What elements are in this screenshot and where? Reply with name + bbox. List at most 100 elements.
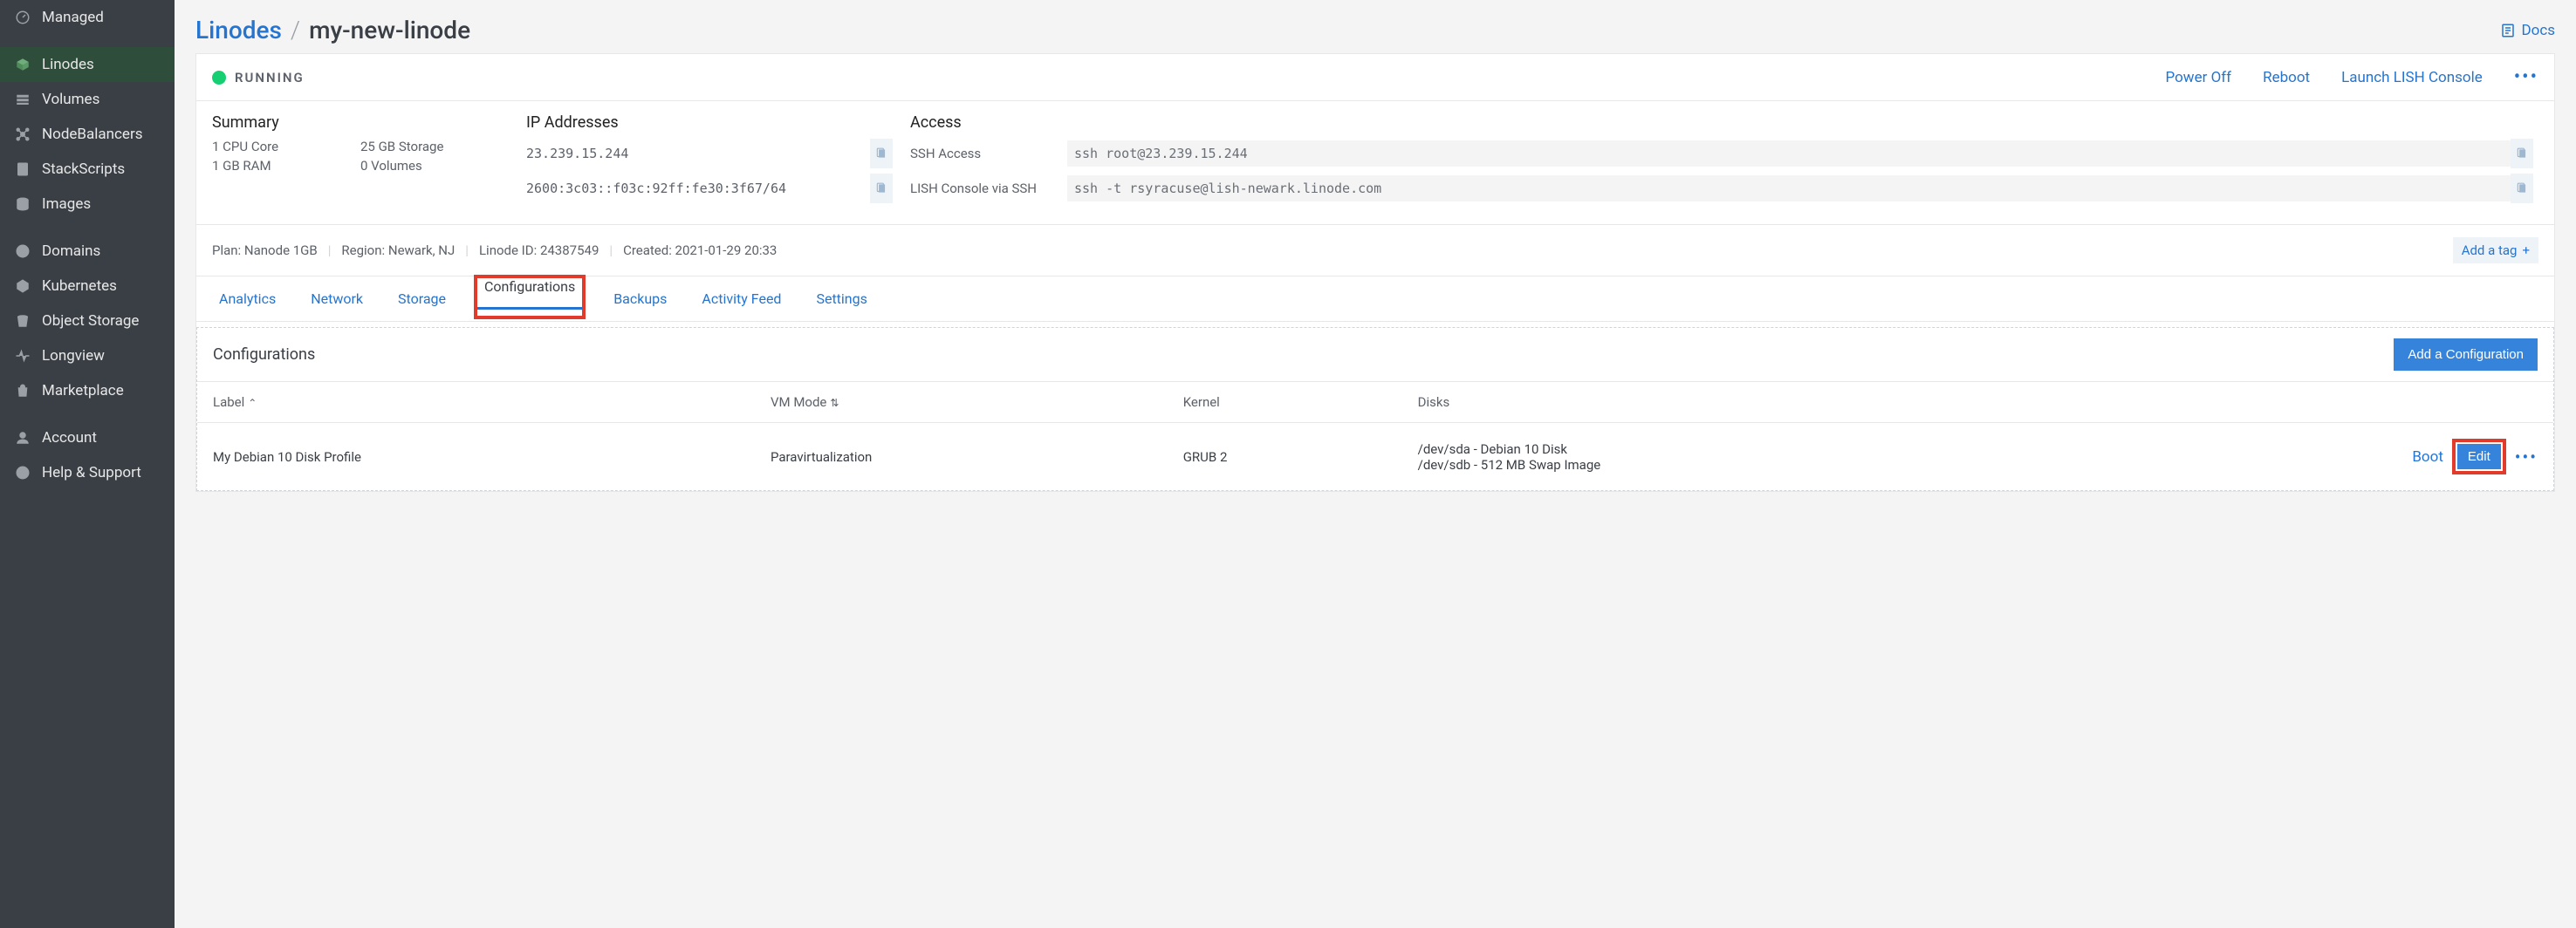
summary-storage: 25 GB Storage [360,139,509,154]
breadcrumb-root-link[interactable]: Linodes [195,16,282,44]
sidebar-item-label: Kubernetes [42,277,117,295]
sidebar-item-longview[interactable]: Longview [0,338,175,373]
tabs: AnalyticsNetworkStorageConfigurationsBac… [196,276,2554,322]
tab-network[interactable]: Network [304,276,370,321]
configurations-table: Label⌃ VM Mode⇅ Kernel Disks My Debian 1… [197,381,2553,490]
clipboard-icon [2516,182,2528,194]
tab-settings[interactable]: Settings [809,276,874,321]
copy-ipv4-button[interactable] [870,139,893,168]
sidebar-item-account[interactable]: Account [0,420,175,455]
copy-lish-button[interactable] [2511,174,2533,203]
configurations-heading: Configurations [213,345,315,364]
ipv4-value: 23.239.15.244 [526,146,628,161]
reboot-button[interactable]: Reboot [2263,69,2310,86]
docs-icon [2500,23,2516,38]
add-configuration-button[interactable]: Add a Configuration [2394,338,2538,371]
sidebar-item-label: Images [42,195,91,213]
boot-button[interactable]: Boot [2412,448,2443,466]
copy-ipv6-button[interactable] [870,174,893,203]
clipboard-icon [875,147,887,160]
breadcrumb: Linodes / my-new-linode [195,16,470,44]
meta-plan: Plan: Nanode 1GB [212,242,318,258]
ssh-access-value: ssh root@23.239.15.244 [1067,140,2511,167]
sidebar-item-stackscripts[interactable]: StackScripts [0,152,175,187]
summary-section: Summary 1 CPU Core 25 GB Storage 1 GB RA… [212,113,509,208]
status-text: RUNNING [235,70,305,85]
config-vm-mode: Paravirtualization [755,423,1168,491]
summary-heading: Summary [212,113,509,132]
sidebar-item-kubernetes[interactable]: Kubernetes [0,269,175,304]
tab-analytics[interactable]: Analytics [212,276,283,321]
sidebar-item-help-support[interactable]: Help & Support [0,455,175,490]
sidebar-item-domains[interactable]: Domains [0,234,175,269]
row-more-icon[interactable]: ••• [2515,447,2538,467]
tab-backups[interactable]: Backups [606,276,674,321]
sidebar-item-marketplace[interactable]: Marketplace [0,373,175,408]
sidebar-item-label: Managed [42,9,104,26]
sidebar-item-object-storage[interactable]: Object Storage [0,304,175,338]
ipv6-value: 2600:3c03::f03c:92ff:fe30:3f67/64 [526,181,786,196]
linode-detail-card: RUNNING Power Off Reboot Launch LISH Con… [195,53,2555,492]
status-indicator [212,71,226,85]
user-icon [14,429,31,447]
clipboard-icon [875,182,887,194]
tab-configurations[interactable]: Configurations [477,264,582,309]
nodebalancer-icon [14,126,31,143]
breadcrumb-current: my-new-linode [309,16,470,44]
launch-lish-button[interactable]: Launch LISH Console [2341,69,2483,86]
summary-ram: 1 GB RAM [212,158,360,174]
sidebar-item-volumes[interactable]: Volumes [0,82,175,117]
sidebar-item-managed[interactable]: Managed [0,0,175,35]
bag-icon [14,382,31,399]
access-section: Access SSH Access ssh root@23.239.15.244… [910,113,2538,208]
sidebar-item-label: Account [42,429,97,447]
ssh-access-label: SSH Access [910,146,1067,161]
images-icon [14,195,31,213]
docs-link[interactable]: Docs [2500,22,2555,39]
sidebar-item-linodes[interactable]: Linodes [0,47,175,82]
sidebar-item-label: Help & Support [42,464,141,481]
sidebar: Managed Linodes Volumes NodeBalancers StackS… [0,0,175,928]
script-icon [14,160,31,178]
ip-section: IP Addresses 23.239.15.244 2600:3c03::f0… [526,113,893,208]
kubernetes-icon [14,277,31,295]
bucket-icon [14,312,31,330]
col-kernel: Kernel [1168,382,1402,423]
config-label: My Debian 10 Disk Profile [197,423,755,491]
help-icon [14,464,31,481]
meta-created: Created: 2021-01-29 20:33 [623,242,777,258]
power-off-button[interactable]: Power Off [2165,69,2231,86]
cube-icon [14,56,31,73]
col-label[interactable]: Label⌃ [197,382,755,423]
add-tag-button[interactable]: Add a tag+ [2453,237,2538,263]
globe-icon [14,242,31,260]
sidebar-item-label: StackScripts [42,160,125,178]
more-actions-icon[interactable]: ••• [2514,66,2538,88]
pulse-icon [14,347,31,365]
sidebar-item-label: Volumes [42,91,99,108]
ip-heading: IP Addresses [526,113,893,132]
col-vm-mode[interactable]: VM Mode⇅ [755,382,1168,423]
breadcrumb-separator: / [291,16,300,44]
volumes-icon [14,91,31,108]
sidebar-item-images[interactable]: Images [0,187,175,222]
plus-icon: + [2522,242,2530,258]
sort-icon: ⇅ [830,397,839,409]
clipboard-icon [2516,147,2528,160]
tab-storage[interactable]: Storage [391,276,453,321]
edit-button[interactable]: Edit [2457,444,2501,469]
sort-asc-icon: ⌃ [248,397,257,409]
config-row: My Debian 10 Disk Profile Paravirtualiza… [197,423,2553,491]
configurations-panel: Configurations Add a Configuration Label… [196,327,2554,491]
sidebar-item-label: Longview [42,347,105,365]
meta-linode-id: Linode ID: 24387549 [479,242,599,258]
sidebar-item-label: Marketplace [42,382,124,399]
sidebar-item-label: Domains [42,242,100,260]
sidebar-item-label: Object Storage [42,312,139,330]
lish-access-value: ssh -t rsyracuse@lish-newark.linode.com [1067,175,2511,201]
main-content: Linodes / my-new-linode Docs RUNNING Pow… [175,0,2576,928]
config-disks: /dev/sda - Debian 10 Disk /dev/sdb - 512… [1402,423,2067,491]
copy-ssh-button[interactable] [2511,139,2533,168]
tab-activity-feed[interactable]: Activity Feed [695,276,788,321]
sidebar-item-nodebalancers[interactable]: NodeBalancers [0,117,175,152]
